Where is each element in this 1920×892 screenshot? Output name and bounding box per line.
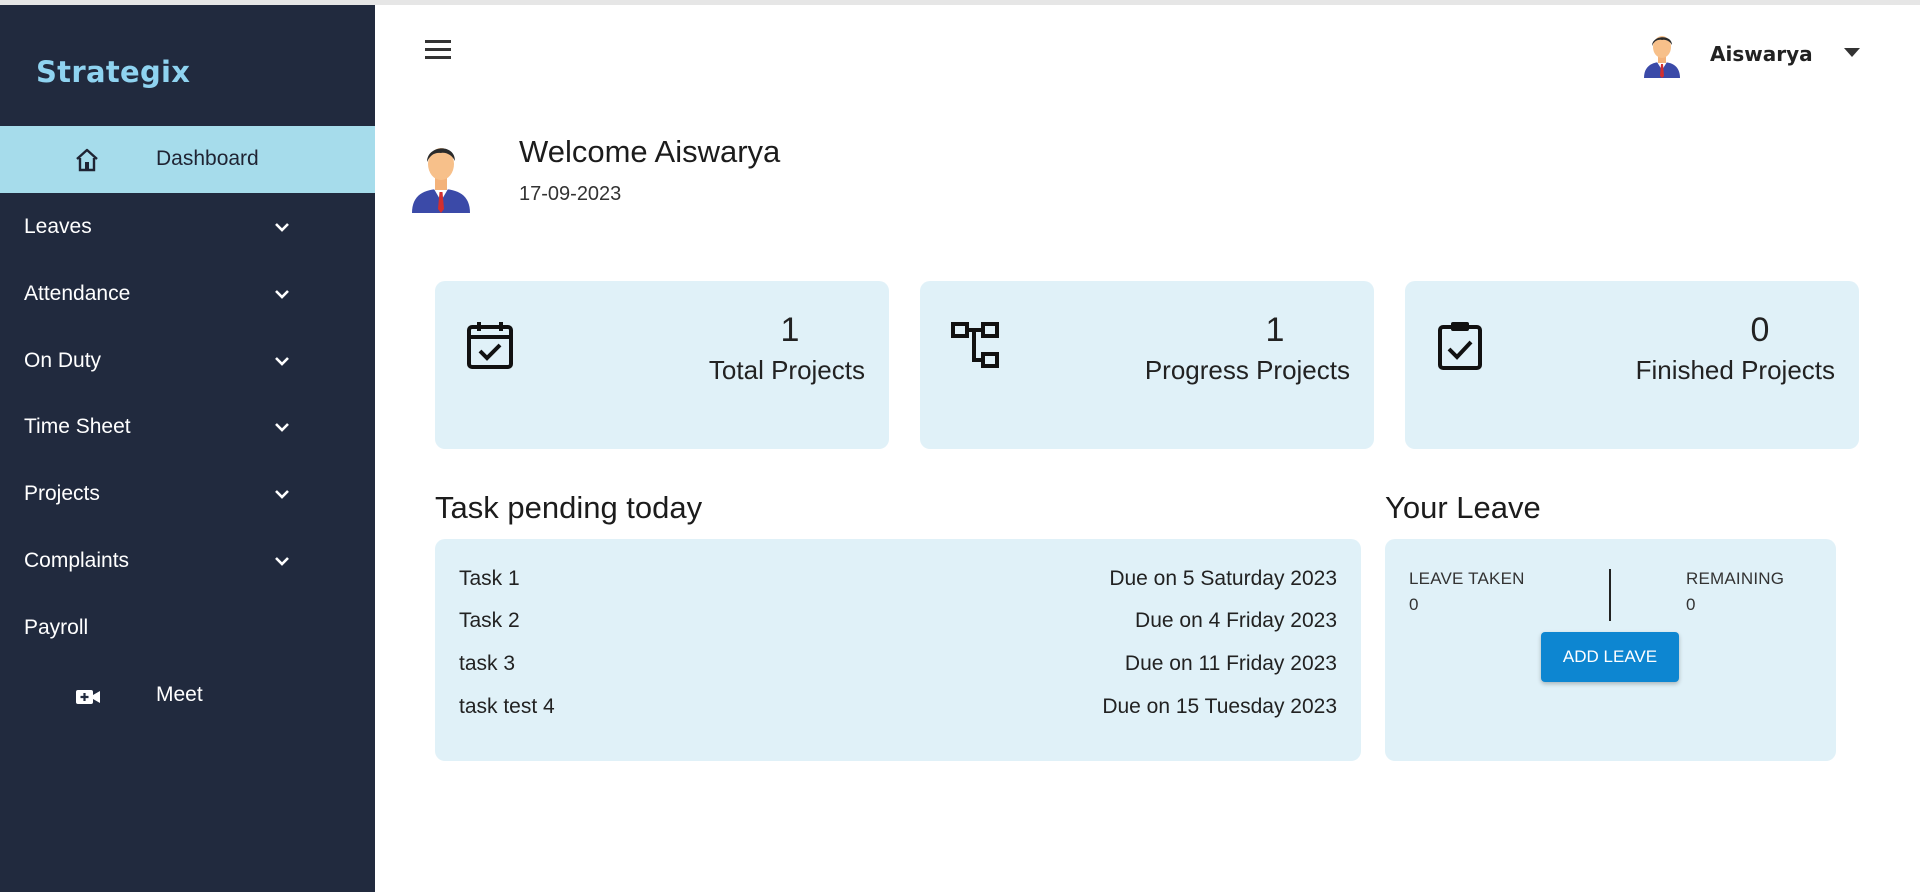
tasks-panel: Task 1 Due on 5 Saturday 2023 Task 2 Due… (435, 539, 1361, 761)
task-name: Task 1 (459, 567, 520, 590)
chevron-down-icon (275, 223, 289, 232)
stat-card-finished-projects[interactable]: 0 Finished Projects (1405, 281, 1859, 449)
task-due: Due on 11 Friday 2023 (1124, 652, 1337, 675)
user-menu[interactable]: Aiswarya (1640, 26, 1870, 82)
caret-down-icon (1844, 48, 1860, 57)
task-row[interactable]: task test 4 Due on 15 Tuesday 2023 (459, 687, 1337, 727)
task-due: Due on 15 Tuesday 2023 (1102, 695, 1337, 718)
home-icon (76, 148, 98, 172)
welcome-avatar (412, 148, 470, 213)
leave-taken-label: LEAVE TAKEN (1409, 569, 1525, 588)
stat-card-total-projects[interactable]: 1 Total Projects (435, 281, 889, 449)
leave-remaining-value: 0 (1686, 595, 1696, 614)
sidebar-item-time-sheet[interactable]: Time Sheet (0, 399, 375, 459)
task-row[interactable]: task 3 Due on 11 Friday 2023 (459, 644, 1337, 684)
leave-panel: LEAVE TAKEN 0 REMAINING 0 ADD LEAVE (1385, 539, 1836, 761)
chevron-down-icon (275, 423, 289, 432)
sidebar-item-on-duty[interactable]: On Duty (0, 333, 375, 393)
stat-label: Finished Projects (1635, 355, 1835, 385)
sidebar: Strategix Dashboard Leaves Attendance On… (0, 5, 375, 892)
user-name: Aiswarya (1710, 42, 1813, 66)
sidebar-item-label: Attendance (24, 282, 131, 305)
sidebar-item-complaints[interactable]: Complaints (0, 533, 375, 593)
stat-label: Total Projects (708, 355, 865, 385)
sidebar-item-label: Payroll (24, 616, 89, 639)
task-name: Task 2 (459, 609, 520, 632)
stat-card-progress-projects[interactable]: 1 Progress Projects (920, 281, 1374, 449)
tasks-title: Task pending today (435, 490, 703, 525)
chevron-down-icon (275, 290, 289, 299)
leave-remaining-label: REMAINING (1686, 569, 1785, 588)
task-due: Due on 5 Saturday 2023 (1109, 567, 1337, 590)
sidebar-item-leaves[interactable]: Leaves (0, 199, 375, 259)
sidebar-item-label: On Duty (24, 349, 102, 372)
chevron-down-icon (275, 357, 289, 366)
video-add-icon (76, 690, 100, 704)
brand-logo[interactable]: Strategix (36, 55, 190, 89)
sidebar-item-label: Meet (156, 683, 203, 706)
sidebar-item-label: Complaints (24, 549, 130, 572)
stat-value: 1 (1265, 311, 1285, 349)
avatar (1644, 36, 1680, 78)
hamburger-icon[interactable] (425, 40, 453, 64)
sidebar-item-label: Projects (24, 482, 100, 505)
chevron-down-icon (275, 490, 289, 499)
welcome-date: 17-09-2023 (519, 183, 622, 205)
task-row[interactable]: Task 1 Due on 5 Saturday 2023 (459, 559, 1337, 599)
stat-value: 0 (1750, 311, 1770, 349)
sidebar-item-attendance[interactable]: Attendance (0, 266, 375, 326)
leave-remaining: REMAINING 0 (1686, 569, 1784, 615)
stat-value: 1 (780, 311, 800, 349)
hierarchy-icon (951, 322, 999, 368)
sidebar-item-label: Leaves (24, 215, 92, 238)
sidebar-item-payroll[interactable]: Payroll (0, 600, 375, 660)
sidebar-item-label: Dashboard (156, 147, 259, 170)
welcome-title: Welcome Aiswarya (519, 134, 781, 169)
task-row[interactable]: Task 2 Due on 4 Friday 2023 (459, 601, 1337, 641)
sidebar-item-dashboard[interactable]: Dashboard (0, 126, 375, 193)
leave-divider (1609, 569, 1611, 621)
stat-label: Progress Projects (1144, 355, 1350, 385)
leave-taken-value: 0 (1409, 595, 1419, 614)
sidebar-item-projects[interactable]: Projects (0, 466, 375, 526)
calendar-check-icon (467, 322, 513, 369)
clipboard-check-icon (1438, 322, 1482, 370)
chevron-down-icon (275, 557, 289, 566)
task-name: task test 4 (459, 695, 555, 718)
sidebar-item-label: Time Sheet (24, 415, 131, 438)
sidebar-item-meet[interactable]: Meet (0, 667, 375, 727)
task-due: Due on 4 Friday 2023 (1135, 609, 1337, 632)
add-leave-button[interactable]: ADD LEAVE (1541, 632, 1679, 682)
leave-taken: LEAVE TAKEN 0 (1409, 569, 1525, 615)
task-name: task 3 (459, 652, 516, 675)
leave-title: Your Leave (1385, 490, 1541, 525)
